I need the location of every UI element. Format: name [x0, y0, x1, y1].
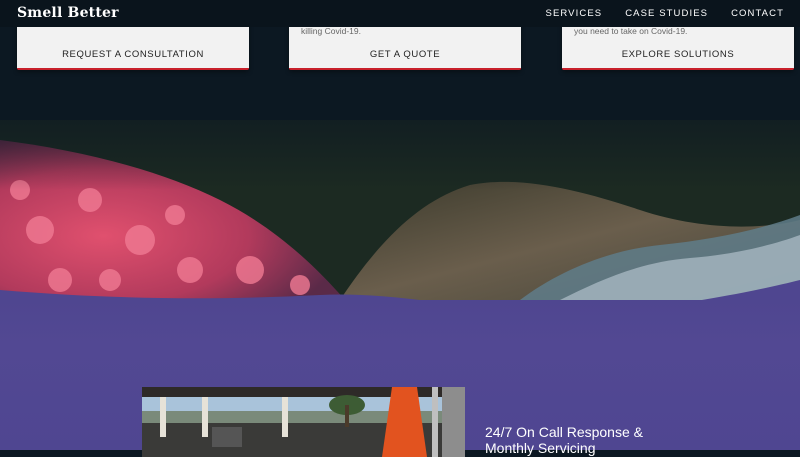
site-logo[interactable]: Smell Better — [17, 5, 119, 21]
get-quote-button[interactable]: GET A QUOTE — [289, 49, 521, 60]
nav-services[interactable]: SERVICES — [546, 8, 603, 19]
service-heading: 24/7 On Call Response & Monthly Servicin… — [485, 424, 643, 456]
rooftop-photo — [142, 387, 465, 457]
main-nav: SERVICES CASE STUDIES CONTACT — [546, 8, 784, 19]
rooftop-image — [142, 387, 465, 457]
explore-solutions-button[interactable]: EXPLORE SOLUTIONS — [562, 49, 794, 60]
top-navigation: Smell Better SERVICES CASE STUDIES CONTA… — [0, 0, 800, 27]
card-text: killing Covid-19. — [301, 26, 361, 36]
nav-case-studies[interactable]: CASE STUDIES — [625, 8, 708, 19]
card-text: you need to take on Covid-19. — [574, 26, 688, 36]
nav-contact[interactable]: CONTACT — [731, 8, 784, 19]
request-consultation-button[interactable]: REQUEST A CONSULTATION — [17, 49, 249, 60]
